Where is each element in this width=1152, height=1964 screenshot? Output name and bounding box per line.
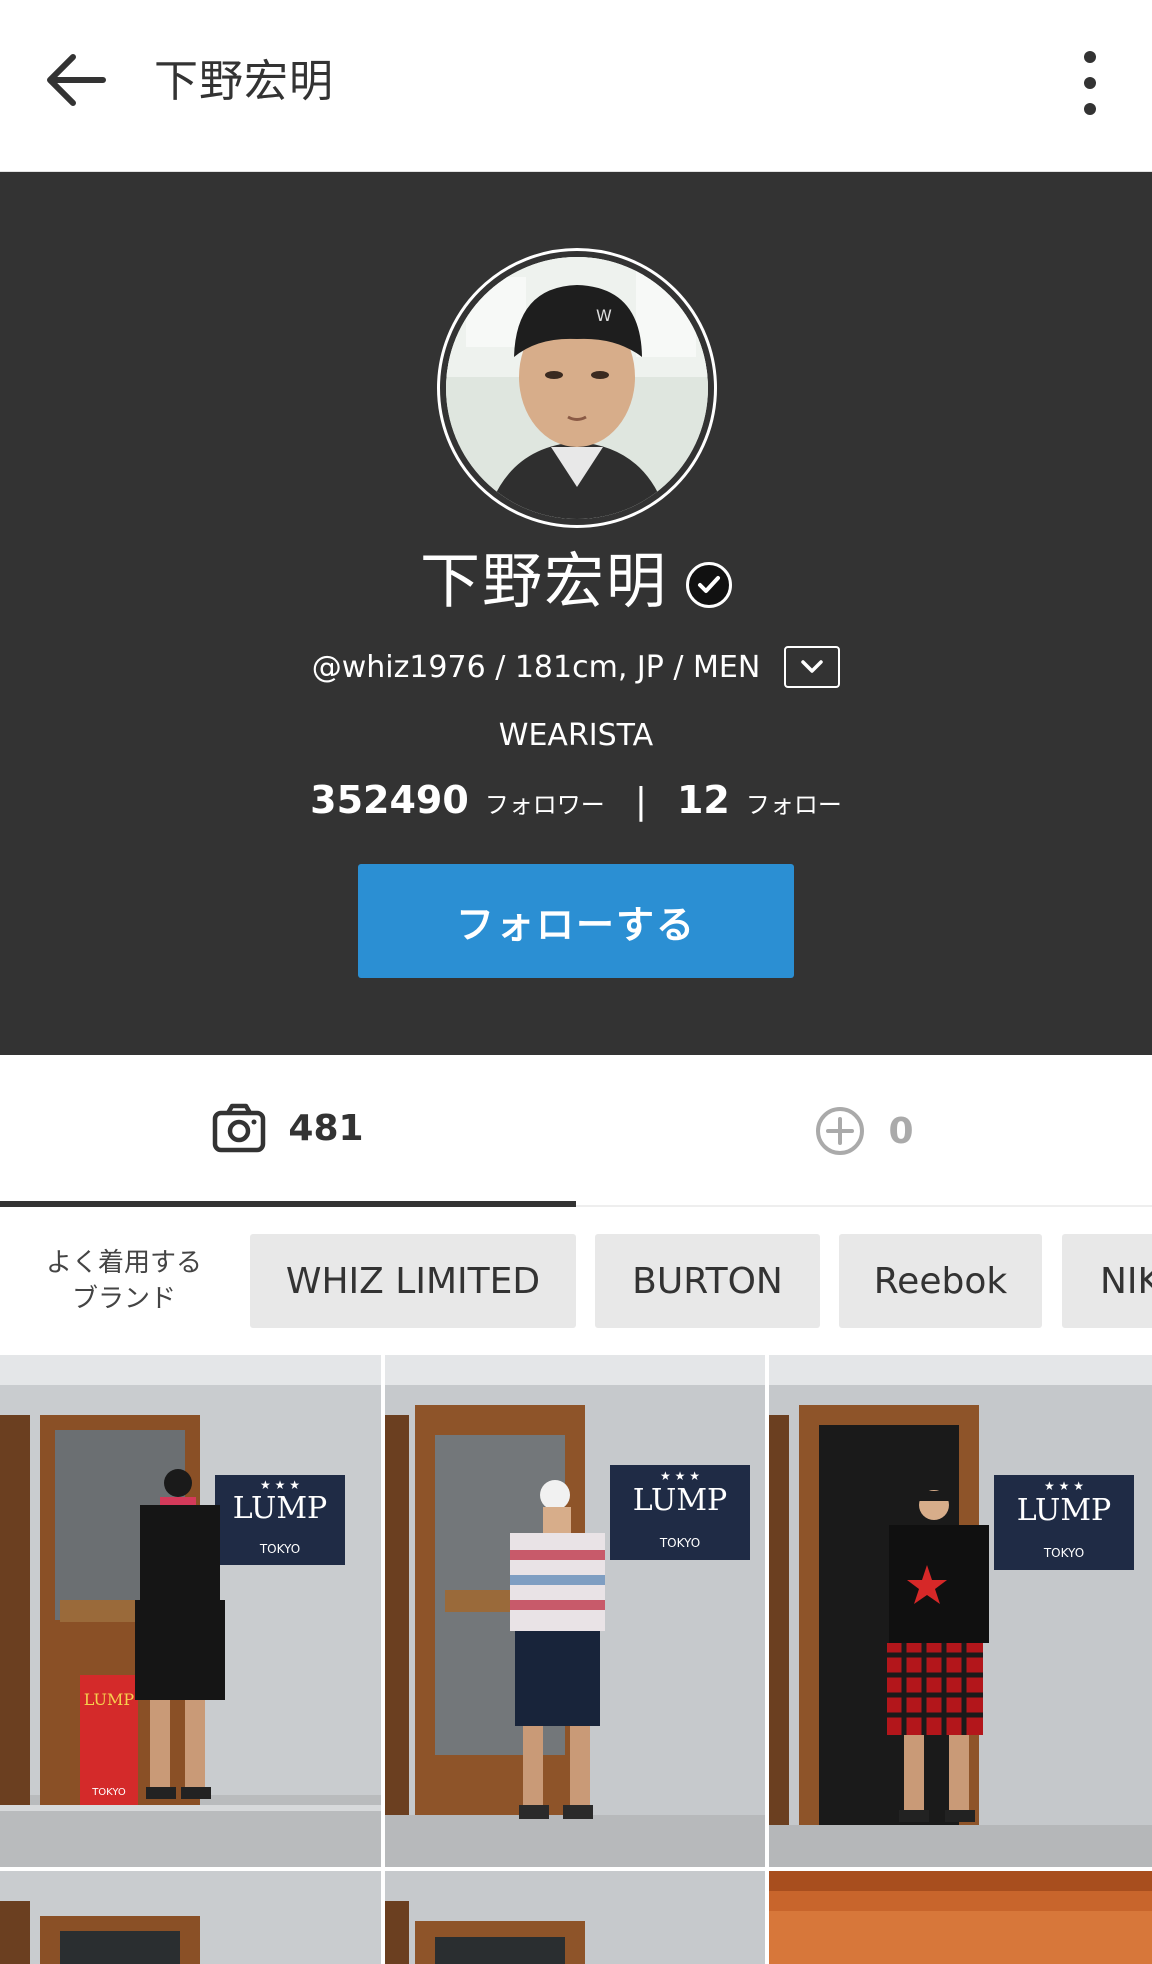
camera-icon — [213, 1103, 266, 1153]
profile-name-row: 下野宏明 — [0, 544, 1152, 620]
photo-tile[interactable]: LUMP TOKYO ★ ★ ★ — [769, 1355, 1152, 1867]
photo-tile[interactable] — [769, 1871, 1152, 1964]
svg-text:LUMP: LUMP — [84, 1690, 135, 1709]
content-tabs: 481 0 — [0, 1055, 1152, 1207]
avatar-photo: W — [446, 257, 708, 519]
outfit-photo: LUMP TOKYO ★ ★ ★ — [385, 1355, 765, 1867]
avatar[interactable]: W — [446, 257, 708, 519]
outfit-photo — [0, 1871, 381, 1964]
added-count: 0 — [888, 1110, 914, 1152]
svg-text:TOKYO: TOKYO — [91, 1787, 126, 1798]
brand-chip-whiz-limited[interactable]: WHIZ LIMITED — [250, 1234, 576, 1328]
outfit-photo: LUMP TOKYO ★ ★ ★ LUMP TOKYO — [0, 1355, 381, 1867]
svg-text:LUMP: LUMP — [633, 1483, 727, 1518]
page-title: 下野宏明 — [154, 56, 334, 107]
svg-text:★ ★ ★: ★ ★ ★ — [660, 1469, 700, 1483]
tab-added[interactable]: 0 — [576, 1055, 1152, 1207]
svg-text:★ ★ ★: ★ ★ ★ — [1044, 1479, 1084, 1493]
verified-check-icon — [698, 576, 720, 593]
frequent-brands: よく着用する ブランド WHIZ LIMITED BURTON Reebok N… — [0, 1209, 1152, 1355]
photo-tile[interactable]: LUMP TOKYO ★ ★ ★ LUMP TOKYO — [0, 1355, 381, 1867]
profile-header: W 下野宏明 @whiz1976 / 181cm, JP / MEN WEARI… — [0, 172, 1152, 1055]
profile-stats: 352490 フォロワー | 12 フォロー — [0, 778, 1152, 822]
chevron-down-icon — [801, 660, 824, 673]
profile-meta: @whiz1976 / 181cm, JP / MEN — [311, 649, 761, 685]
following-count[interactable]: 12 — [677, 778, 730, 822]
brand-chip-nike[interactable]: NIK — [1062, 1234, 1152, 1328]
more-options-button[interactable] — [1060, 38, 1120, 128]
svg-text:LUMP: LUMP — [1017, 1493, 1111, 1528]
followers-count[interactable]: 352490 — [310, 778, 469, 822]
following-label[interactable]: フォロー — [746, 785, 842, 820]
stats-separator: | — [634, 781, 647, 822]
back-arrow-icon — [47, 54, 106, 106]
photo-grid: LUMP TOKYO ★ ★ ★ LUMP TOKYO LUMP TOKYO ★… — [0, 1355, 1152, 1964]
brands-label: よく着用する ブランド — [45, 1248, 202, 1314]
profile-details-toggle[interactable] — [784, 646, 841, 688]
outfit-photo: LUMP TOKYO ★ ★ ★ — [769, 1355, 1152, 1867]
followers-label[interactable]: フォロワー — [485, 785, 605, 820]
brand-chip-reebok[interactable]: Reebok — [839, 1234, 1042, 1328]
posts-count: 481 — [288, 1107, 364, 1149]
verified-badge — [686, 562, 732, 608]
avatar-ring: W — [437, 248, 717, 528]
svg-text:TOKYO: TOKYO — [259, 1542, 300, 1556]
tab-posts[interactable]: 481 — [0, 1055, 576, 1207]
svg-text:LUMP: LUMP — [233, 1491, 327, 1526]
add-circle-icon — [816, 1107, 865, 1155]
more-vert-icon — [1084, 51, 1096, 63]
profile-role: WEARISTA — [498, 718, 654, 753]
back-button[interactable] — [36, 40, 116, 120]
photo-tile[interactable]: LUMP TOKYO ★ ★ ★ — [385, 1355, 765, 1867]
follow-button[interactable]: フォローする — [358, 864, 794, 978]
svg-text:TOKYO: TOKYO — [659, 1536, 700, 1550]
svg-text:TOKYO: TOKYO — [1043, 1546, 1084, 1560]
brand-chip-burton[interactable]: BURTON — [595, 1234, 820, 1328]
photo-tile[interactable] — [0, 1871, 381, 1964]
outfit-photo — [769, 1871, 1152, 1964]
outfit-photo — [385, 1871, 765, 1964]
profile-meta-row: @whiz1976 / 181cm, JP / MEN — [0, 646, 1152, 688]
profile-name: 下野宏明 — [420, 547, 668, 617]
svg-text:★ ★ ★: ★ ★ ★ — [260, 1478, 300, 1492]
photo-tile[interactable] — [385, 1871, 765, 1964]
svg-text:W: W — [596, 306, 612, 325]
app-bar: 下野宏明 — [0, 0, 1152, 172]
